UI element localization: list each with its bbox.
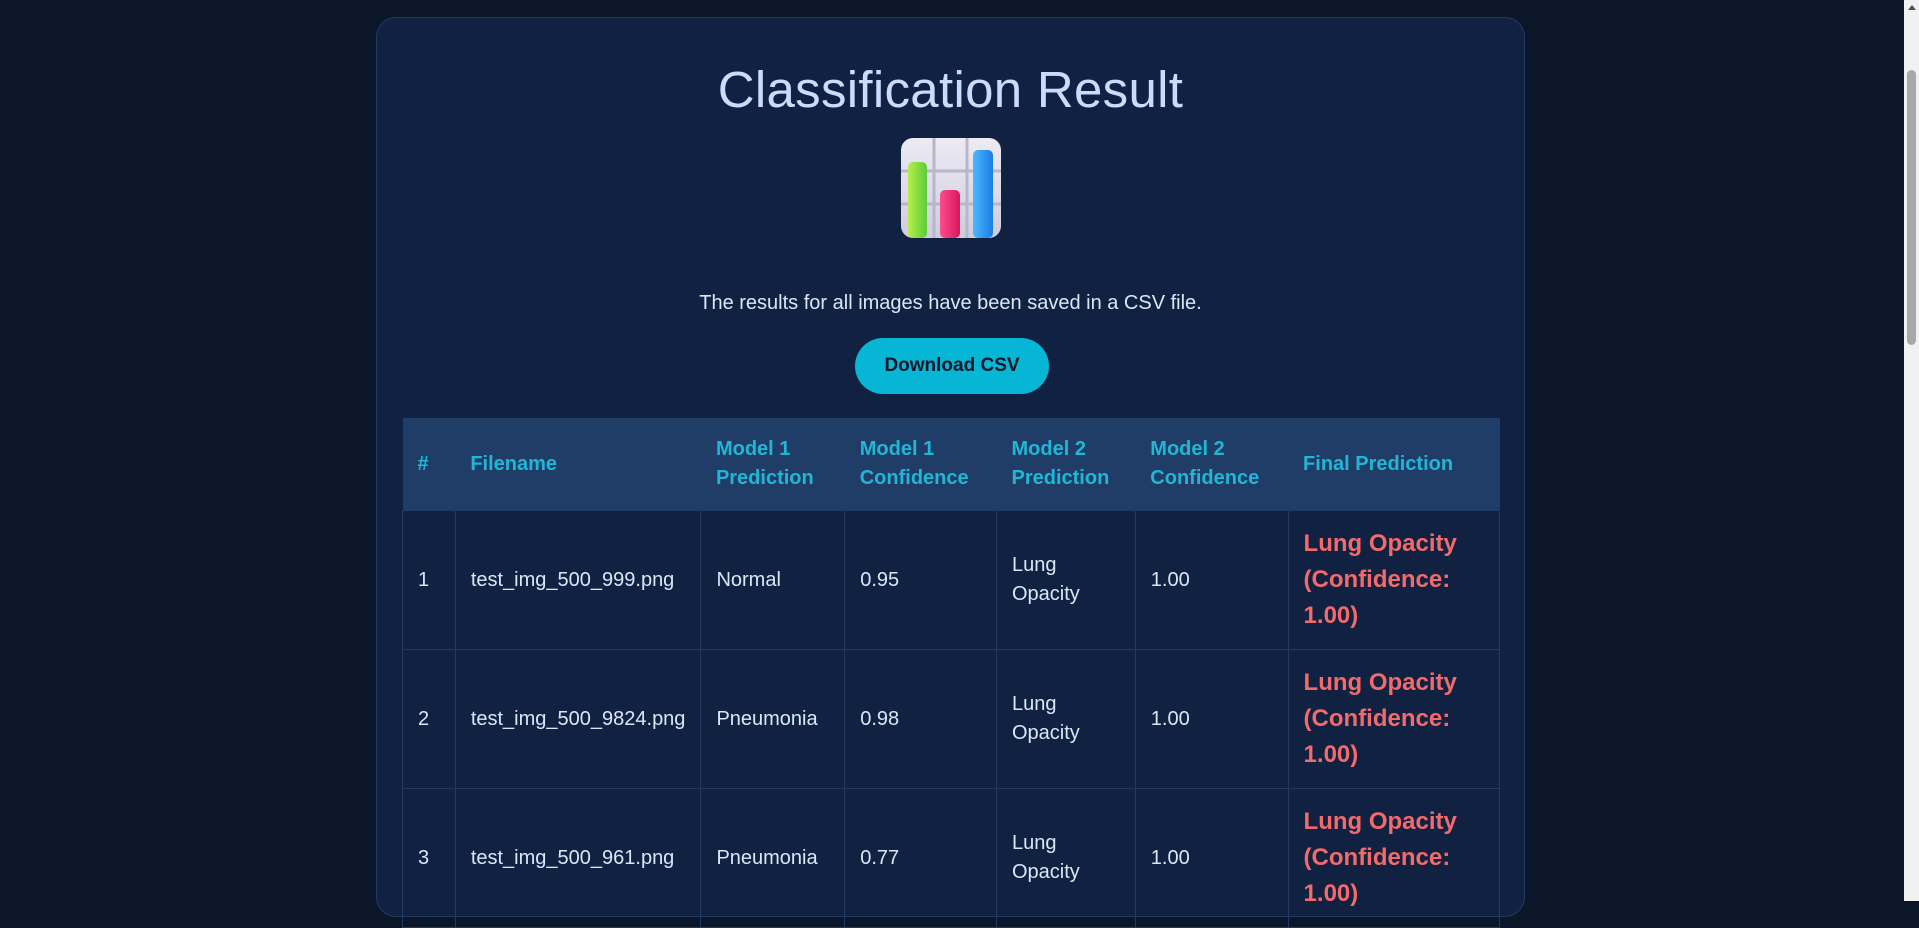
- header-model1-prediction: Model 1 Prediction: [715, 438, 814, 489]
- vertical-scrollbar[interactable]: [1904, 0, 1919, 901]
- cell-model2-confidence: 1.00: [1134, 510, 1289, 650]
- table-header-row: # Filename Model 1 Prediction Model 1 Co…: [402, 418, 1500, 511]
- cell-model1-prediction: Pneumonia: [700, 788, 846, 928]
- cell-model1-confidence: 0.95: [844, 510, 997, 650]
- cell-model2-confidence: 1.00: [1134, 788, 1289, 928]
- cell-model1-prediction: Pneumonia: [700, 649, 846, 789]
- cell-final-prediction: Lung Opacity (Confidence: 1.00): [1287, 510, 1501, 650]
- cell-model2-confidence: 1.00: [1134, 649, 1289, 789]
- cell-index: 2: [402, 649, 456, 789]
- header-model2-prediction: Model 2 Prediction: [1011, 438, 1110, 489]
- table-row: 3 test_img_500_961.png Pneumonia 0.77 Lu…: [402, 788, 1501, 928]
- cell-final-prediction: Lung Opacity (Confidence: 1.00): [1287, 649, 1501, 789]
- table-row: 2 test_img_500_9824.png Pneumonia 0.98 L…: [402, 649, 1501, 789]
- header-final-prediction: Final Prediction: [1303, 452, 1454, 475]
- header-model1-confidence: Model 1 Confidence: [859, 438, 969, 489]
- download-csv-button[interactable]: Download CSV: [855, 338, 1049, 394]
- cell-model2-prediction: Lung Opacity: [996, 510, 1136, 650]
- header-filename: Filename: [470, 452, 558, 475]
- header-model2-confidence: Model 2 Confidence: [1150, 438, 1260, 489]
- cell-model1-confidence: 0.98: [844, 649, 997, 789]
- cell-model2-prediction: Lung Opacity: [996, 788, 1136, 928]
- cell-index: 1: [402, 510, 456, 650]
- header-index: #: [417, 452, 429, 475]
- scroll-up-arrow-icon[interactable]: [1908, 5, 1916, 10]
- result-card: Classification Result The results for al…: [376, 17, 1525, 928]
- page-title: Classification Result: [717, 61, 1184, 118]
- cell-model1-prediction: Normal: [700, 510, 846, 650]
- cell-index: 3: [402, 788, 456, 928]
- table-row: 1 test_img_500_999.png Normal 0.95 Lung …: [402, 510, 1501, 650]
- cell-model1-confidence: 0.77: [844, 788, 997, 928]
- subtitle-text: The results for all images have been sav…: [699, 292, 1202, 314]
- bar-chart-icon: [901, 138, 1001, 238]
- cell-filename: test_img_500_9824.png: [454, 649, 702, 789]
- cell-filename: test_img_500_999.png: [454, 510, 702, 650]
- scrollbar-thumb[interactable]: [1907, 70, 1916, 345]
- results-table: # Filename Model 1 Prediction Model 1 Co…: [402, 418, 1501, 928]
- cell-model2-prediction: Lung Opacity: [996, 649, 1136, 789]
- cell-final-prediction: Lung Opacity (Confidence: 1.00): [1287, 788, 1501, 928]
- cell-filename: test_img_500_961.png: [454, 788, 702, 928]
